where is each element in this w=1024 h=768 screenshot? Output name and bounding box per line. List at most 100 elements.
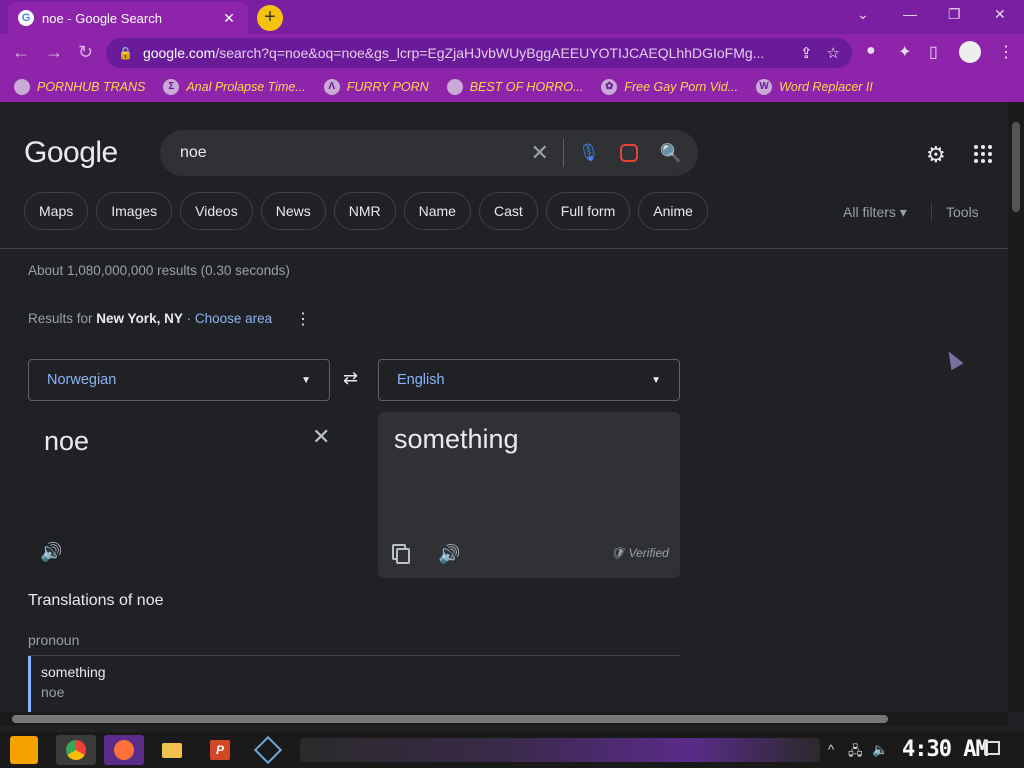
bookmark-item[interactable]: ✿ Free Gay Porn Vid... (601, 79, 738, 95)
bookmark-item[interactable]: W Word Replacer II (756, 79, 873, 95)
filter-chips: Maps Images Videos News NMR Name Cast Fu… (24, 192, 716, 230)
chevron-down-icon: ▼ (651, 374, 661, 386)
globe-icon (14, 79, 30, 95)
bookmark-item[interactable]: BEST OF HORRO... (446, 79, 584, 95)
clear-source-icon[interactable]: ✕ (312, 424, 330, 450)
extension-avatar-icon[interactable]: ● (866, 42, 876, 60)
start-button[interactable] (10, 736, 38, 764)
google-apps-icon[interactable] (974, 145, 992, 163)
all-filters-button[interactable]: All filters ▾ (843, 204, 907, 221)
lock-icon[interactable]: 🔒 (118, 46, 133, 60)
bookmark-item[interactable]: Σ Anal Prolapse Time... (163, 79, 306, 95)
taskbar-firefox[interactable] (104, 735, 144, 765)
tools-divider (931, 202, 932, 222)
reload-button[interactable]: ↻ (78, 42, 93, 63)
source-text[interactable]: noe (44, 426, 89, 457)
address-bar[interactable]: 🔒 google.com/search?q=noe&oq=noe&gs_lcrp… (106, 38, 852, 68)
horizontal-scroll-thumb[interactable] (12, 715, 888, 723)
results-for-label: Results for (28, 311, 93, 326)
bookmark-item[interactable]: Λ FURRY PORN (323, 79, 429, 95)
tools-button[interactable]: Tools (946, 204, 979, 220)
location-line: Results for New York, NY · Choose area (28, 311, 272, 326)
search-input[interactable]: noe (180, 144, 531, 162)
close-window-button[interactable]: ✕ (994, 6, 1006, 23)
choose-area-link[interactable]: · Choose area (187, 311, 273, 326)
chip-images[interactable]: Images (96, 192, 173, 230)
restore-button[interactable]: ❐ (948, 6, 961, 23)
tray-chevron-up-icon[interactable]: ^ (828, 742, 834, 757)
notifications-icon[interactable] (984, 741, 1000, 755)
entry-word: something (41, 664, 106, 680)
forward-button[interactable]: → (45, 42, 63, 63)
url-text[interactable]: google.com/search?q=noe&oq=noe&gs_lcrp=E… (143, 45, 786, 61)
translated-text: something (394, 424, 519, 454)
google-logo[interactable]: Google (24, 136, 118, 170)
star-icon[interactable]: ☆ (827, 44, 840, 62)
minimize-button[interactable]: — (903, 6, 917, 22)
volume-icon[interactable]: 🔈 (872, 742, 888, 758)
vertical-scrollbar[interactable] (1008, 102, 1024, 712)
new-tab-button[interactable]: + (257, 5, 283, 31)
location-more-icon[interactable]: ⋮ (295, 309, 311, 329)
chip-maps[interactable]: Maps (24, 192, 89, 230)
chip-news[interactable]: News (260, 192, 326, 230)
tab-search-icon[interactable]: ⌄ (857, 6, 869, 23)
browser-window: G noe - Google Search ✕ + ⌄ — ❐ ✕ ← → ↻ … (0, 0, 1024, 732)
source-language-select[interactable]: Norwegian ▼ (28, 359, 330, 401)
side-panel-icon[interactable]: ▯ (929, 42, 938, 62)
copy-icon-front[interactable] (396, 548, 410, 564)
chip-videos[interactable]: Videos (180, 192, 253, 230)
tab-strip: G noe - Google Search ✕ + ⌄ — ❐ ✕ (0, 0, 1024, 34)
search-divider (562, 139, 564, 167)
extensions-puzzle-icon[interactable]: ✦ (898, 42, 911, 62)
listen-source-speaker-icon[interactable]: 🔊 (40, 542, 62, 563)
swap-languages-icon[interactable]: ⇄ (343, 368, 358, 389)
bookmark-label: Free Gay Porn Vid... (624, 80, 739, 94)
google-lens-icon[interactable] (619, 144, 638, 162)
chrome-icon (66, 740, 86, 760)
taskbar-chrome[interactable] (56, 735, 96, 765)
profile-avatar[interactable] (959, 41, 981, 63)
bookmark-label: BEST OF HORRO... (469, 80, 584, 94)
bookmark-item[interactable]: PORNHUB TRANS (14, 79, 145, 95)
source-language: Norwegian (47, 372, 117, 388)
clear-search-icon[interactable]: ✕ (531, 140, 549, 166)
translation-result-box: something 🔊 🛡 Verified (378, 412, 680, 578)
browser-toolbar: ← → ↻ 🔒 google.com/search?q=noe&oq=noe&g… (0, 34, 1024, 72)
source-text-area[interactable]: noe ✕ 🔊 (28, 414, 358, 574)
chip-name[interactable]: Name (403, 192, 471, 230)
horizontal-scrollbar[interactable] (0, 712, 1008, 726)
sigma-icon: Σ (163, 79, 180, 95)
taskbar-virtualbox[interactable] (248, 735, 288, 765)
target-language-select[interactable]: English ▼ (378, 359, 680, 401)
search-results-page: Google noe ✕ 🎙 🔍 ⚙ Maps Images Videos Ne… (0, 102, 1008, 712)
chip-cast[interactable]: Cast (478, 192, 538, 230)
microphone-icon[interactable]: 🎙 (578, 143, 600, 163)
chip-anime[interactable]: Anime (638, 192, 708, 230)
chip-full-form[interactable]: Full form (545, 192, 631, 230)
menu-kebab-icon[interactable]: ⋮ (998, 42, 1014, 62)
settings-gear-icon[interactable]: ⚙ (926, 142, 946, 168)
tab-active[interactable]: G noe - Google Search ✕ (8, 2, 248, 34)
taskbar-clock[interactable]: 4:30 AM (902, 737, 989, 762)
back-button[interactable]: ← (12, 42, 30, 63)
tab-close-icon[interactable]: ✕ (220, 10, 238, 27)
search-icon[interactable]: 🔍 (660, 143, 682, 164)
wr-icon: W (756, 79, 773, 95)
network-icon[interactable]: 🖧 (848, 742, 863, 764)
share-icon[interactable]: ⇪ (800, 44, 813, 62)
taskbar-file-explorer[interactable] (152, 735, 192, 765)
chip-nmr[interactable]: NMR (333, 192, 396, 230)
listen-translation-speaker-icon[interactable]: 🔊 (438, 544, 460, 565)
result-stats: About 1,080,000,000 results (0.30 second… (28, 263, 290, 278)
arrow-icon: Λ (323, 79, 340, 95)
vertical-scroll-thumb[interactable] (1012, 122, 1020, 212)
chevron-down-icon: ▼ (301, 374, 311, 386)
tab-title: noe - Google Search (42, 10, 162, 26)
google-favicon-icon: G (18, 10, 34, 26)
bookmarks-bar: PORNHUB TRANS Σ Anal Prolapse Time... Λ FU… (0, 72, 1024, 102)
taskbar: P ^ 🖧 🔈 4:30 AM (0, 732, 1024, 768)
taskbar-powerpoint[interactable]: P (200, 735, 240, 765)
search-box[interactable]: noe ✕ 🎙 🔍 (160, 130, 698, 176)
translation-entry[interactable]: something noe (28, 656, 680, 712)
